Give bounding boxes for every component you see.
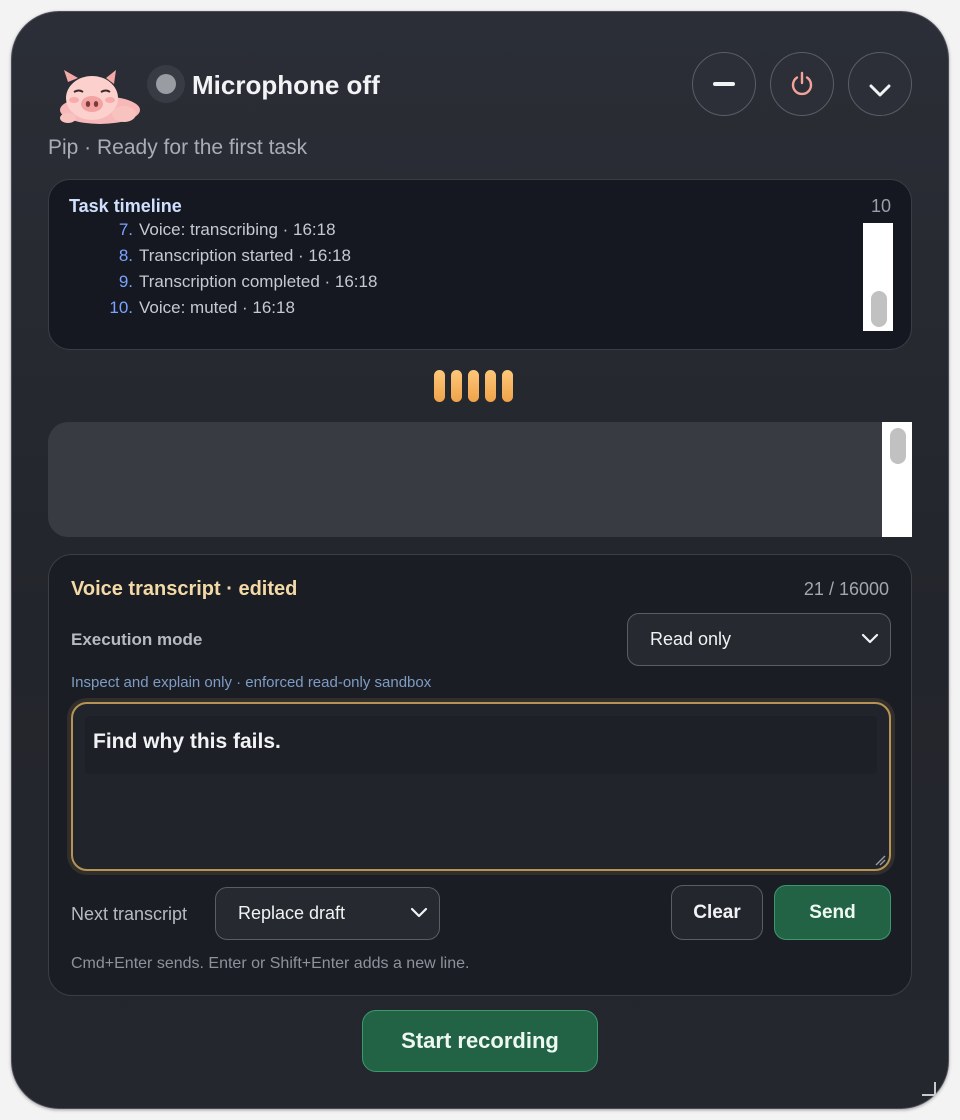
mic-status-indicator	[147, 65, 185, 103]
execution-mode-select[interactable]: Read only	[627, 613, 891, 666]
timeline-list[interactable]: 7. Voice: transcribing · 16:18 8. Transcri…	[49, 217, 849, 335]
send-button[interactable]: Send	[774, 885, 891, 940]
audio-waveform-icon	[434, 370, 513, 402]
task-timeline-panel: Task timeline 10 7. Voice: transcribing ·…	[48, 179, 912, 350]
power-button[interactable]	[770, 52, 834, 116]
timeline-item-text: Transcription started · 16:18	[139, 246, 351, 265]
character-count: 21 / 16000	[803, 579, 889, 599]
output-panel[interactable]	[48, 422, 912, 537]
power-icon	[791, 71, 813, 96]
collapse-button[interactable]	[848, 52, 912, 116]
transcript-text: Find why this fails.	[93, 730, 281, 753]
clear-button[interactable]: Clear	[671, 885, 763, 940]
next-transcript-label: Next transcript	[71, 904, 188, 924]
timeline-item-text: Voice: muted · 16:18	[139, 298, 295, 317]
timeline-item-number: 9.	[118, 272, 133, 291]
output-scrollbar-thumb[interactable]	[890, 428, 906, 464]
resize-grip-icon[interactable]	[874, 854, 886, 866]
timeline-item: 7. Voice: transcribing · 16:18	[49, 217, 336, 243]
timeline-item-number: 10.	[109, 298, 133, 317]
execution-mode-value: Read only	[650, 629, 732, 649]
timeline-scrollbar-thumb[interactable]	[871, 291, 887, 327]
next-transcript-select[interactable]: Replace draft	[215, 887, 440, 940]
timeline-scrollbar[interactable]	[863, 223, 893, 331]
timeline-item: 8. Transcription started · 16:18	[49, 243, 351, 269]
chevron-down-icon	[410, 907, 428, 918]
start-recording-button[interactable]: Start recording	[362, 1010, 598, 1072]
timeline-count: 10	[870, 196, 891, 216]
timeline-title: Task timeline	[69, 196, 182, 216]
keyboard-shortcut-hint: Cmd+Enter sends. Enter or Shift+Enter ad…	[71, 955, 470, 972]
status-dot-icon	[156, 74, 176, 94]
transcript-textarea[interactable]: Find why this fails.	[71, 702, 891, 871]
output-scrollbar[interactable]	[882, 422, 912, 537]
window-resize-handle[interactable]	[922, 1082, 936, 1096]
timeline-item-text: Voice: transcribing · 16:18	[139, 220, 336, 239]
agent-status-subtitle: Pip · Ready for the first task	[48, 136, 308, 159]
mic-status-text: Microphone off	[192, 70, 380, 100]
timeline-item: 9. Transcription completed · 16:18	[49, 269, 378, 295]
pig-mascot-icon	[60, 70, 140, 124]
minimize-button[interactable]	[692, 52, 756, 116]
timeline-item-text: Transcription completed · 16:18	[139, 272, 378, 291]
transcript-title: Voice transcript · edited	[71, 578, 298, 600]
execution-mode-label: Execution mode	[71, 630, 203, 649]
timeline-item: 10. Voice: muted · 16:18	[49, 295, 295, 321]
voice-transcript-card: Voice transcript · edited 21 / 16000 Exe…	[48, 554, 912, 996]
timeline-item-number: 8.	[118, 246, 133, 265]
minimize-icon	[713, 82, 735, 86]
chevron-down-icon	[861, 633, 879, 644]
execution-mode-hint: Inspect and explain only · enforced read…	[71, 674, 432, 691]
timeline-item-number: 7.	[118, 220, 133, 239]
next-transcript-value: Replace draft	[238, 903, 346, 923]
chevron-down-icon	[869, 84, 891, 97]
